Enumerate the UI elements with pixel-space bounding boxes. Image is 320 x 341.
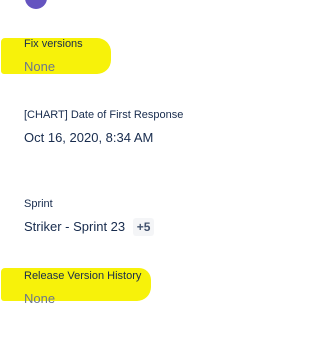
first-response-value[interactable]: Oct 16, 2020, 8:34 AM xyxy=(24,129,194,147)
fix-versions-value[interactable]: None xyxy=(24,58,83,76)
field-fix-versions: Fix versions None xyxy=(24,36,83,76)
sprint-value[interactable]: Striker - Sprint 23 +5 xyxy=(24,218,155,236)
field-release-version-history: Release Version History None xyxy=(24,268,141,308)
sprint-name[interactable]: Striker - Sprint 23 xyxy=(24,219,125,234)
release-history-value[interactable]: None xyxy=(24,290,141,308)
sprint-more-badge[interactable]: +5 xyxy=(132,218,155,236)
field-date-of-first-response: [CHART] Date of First Response Oct 16, 2… xyxy=(24,107,194,147)
field-sprint: Sprint Striker - Sprint 23 +5 xyxy=(24,196,155,236)
field-label: [CHART] Date of First Response xyxy=(24,109,184,121)
field-label: Release Version History xyxy=(24,270,142,282)
field-label: Sprint xyxy=(24,198,53,210)
field-label: Fix versions xyxy=(24,38,83,50)
assignee-avatar[interactable] xyxy=(25,0,47,9)
